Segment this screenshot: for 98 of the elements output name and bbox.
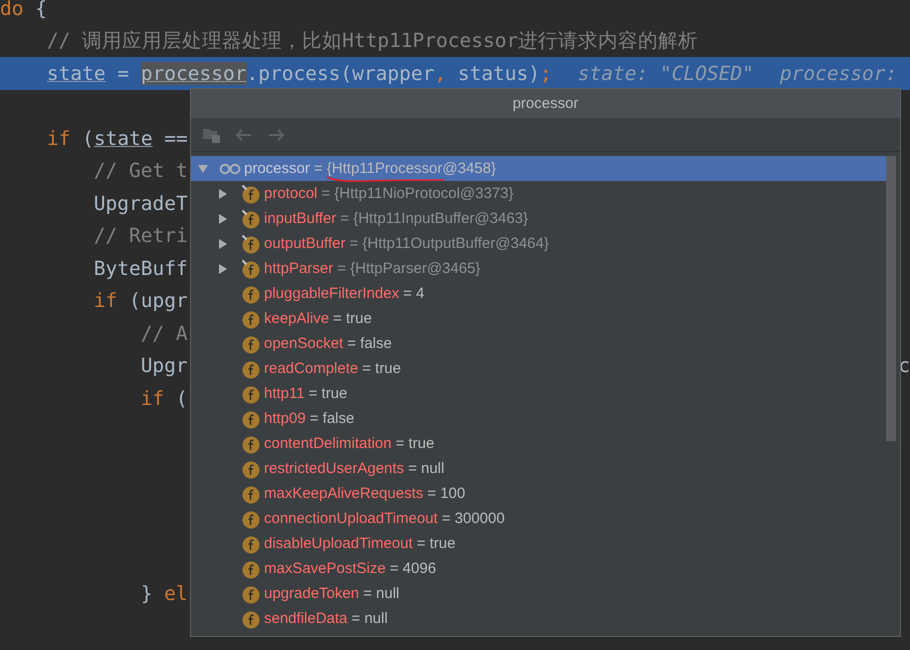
tree-row[interactable]: openSocket = false [191, 331, 888, 356]
code-text: UpgradeT [94, 192, 188, 215]
field-name: connectionUploadTimeout [264, 510, 438, 527]
tree-row[interactable]: restrictedUserAgents = null [191, 456, 888, 481]
collapsed-arrow-icon[interactable] [217, 238, 229, 250]
field-name: protocol [264, 185, 318, 202]
field-name: inputBuffer [264, 210, 336, 227]
field-value: = false [310, 410, 354, 427]
field-value: = null [408, 460, 444, 477]
field-icon [241, 308, 261, 328]
glasses-icon [219, 162, 241, 174]
tree-row[interactable]: upgradeToken = null [191, 581, 888, 606]
field-value: = 4096 [390, 560, 436, 577]
tree-row[interactable]: outputBuffer = {Http11OutputBuffer@3464} [191, 231, 888, 256]
code-text: // A [140, 322, 188, 345]
field-icon [241, 534, 261, 554]
field-name: http09 [264, 410, 306, 427]
tree-row[interactable]: httpParser = {HttpParser@3465} [191, 256, 888, 281]
field-icon [241, 434, 261, 454]
tree-row[interactable]: connectionUploadTimeout = 300000 [191, 506, 888, 531]
tree-row[interactable]: pluggableFilterIndex = 4 [191, 281, 888, 306]
expanded-arrow-icon[interactable] [197, 162, 209, 174]
field-name: outputBuffer [264, 235, 346, 252]
field-name: httpParser [264, 260, 334, 277]
field-value: = {Http11NioProtocol@3373} [321, 185, 514, 202]
code-text: if ( [140, 386, 188, 410]
collapsed-arrow-icon[interactable] [217, 188, 229, 200]
code-text: // Retri [94, 224, 188, 248]
field-value: = 300000 [442, 510, 505, 527]
field-value: = false [347, 335, 392, 352]
field-name: restrictedUserAgents [264, 460, 404, 477]
variable-name: processor [244, 160, 310, 177]
field-name: sendfileData [264, 610, 348, 627]
field-value: = true [362, 360, 401, 377]
field-icon [241, 258, 261, 278]
tree-row[interactable]: http11 = true [191, 381, 888, 406]
code-text: ByteBuff [94, 256, 188, 280]
field-value: = true [333, 310, 372, 327]
field-icon [241, 234, 261, 254]
inline-hint: state: "CLOSED" [578, 62, 754, 85]
field-name: keepAlive [264, 310, 330, 327]
field-icon [241, 608, 261, 628]
field-name: contentDelimitation [264, 435, 392, 452]
field-value: = null [351, 610, 388, 627]
collapsed-arrow-icon[interactable] [217, 212, 229, 224]
field-name: upgradeToken [264, 585, 360, 602]
tree-row[interactable]: protocol = {Http11NioProtocol@3373} [191, 181, 888, 206]
popup-title: processor [512, 95, 578, 112]
field-icon [241, 334, 261, 354]
field-value: = true [416, 535, 456, 552]
scrollbar-thumb[interactable] [886, 156, 896, 441]
field-icon [241, 484, 261, 504]
field-value: = 4 [403, 285, 424, 302]
code-text: do { [0, 0, 47, 20]
field-value: = null [363, 585, 400, 602]
tree-row[interactable]: sendfileData = null [191, 606, 888, 631]
code-text: if (state == [46, 126, 188, 150]
field-value: = true [396, 435, 434, 452]
tree-row[interactable]: keepAlive = true [191, 306, 888, 331]
field-icon [241, 184, 261, 204]
variable-value: = {Http11Processor@3458} [314, 160, 496, 177]
field-value: = true [308, 385, 348, 402]
field-name: disableUploadTimeout [264, 535, 413, 552]
tree-row[interactable]: maxSavePostSize = 4096 [191, 556, 888, 581]
code-text: // Get t [94, 159, 188, 182]
field-value: = {Http11InputBuffer@3463} [340, 210, 528, 227]
field-value: = 100 [427, 485, 466, 502]
field-name: readComplete [264, 360, 358, 377]
field-name: maxSavePostSize [264, 560, 386, 577]
field-icon [241, 284, 261, 304]
tree-row[interactable]: maxKeepAliveRequests = 100 [191, 481, 888, 506]
field-icon [241, 458, 261, 478]
code-text: // 调用应用层处理器处理，比如Http11Processor进行请求内容的解析 [46, 28, 698, 54]
field-icon [241, 408, 261, 428]
field-icon [241, 558, 261, 578]
field-value: = {HttpParser@3465} [337, 260, 480, 277]
collapsed-arrow-icon[interactable] [217, 262, 229, 274]
field-icon [241, 584, 261, 604]
field-name: pluggableFilterIndex [264, 285, 400, 302]
field-icon [241, 384, 261, 404]
code-text: Upgr [140, 354, 188, 378]
code-text: state = processor.process(wrapper, status); [46, 62, 552, 85]
code-text: } el [140, 582, 188, 605]
field-value: = {Http11OutputBuffer@3464} [349, 235, 549, 252]
inline-hint: processor: [780, 62, 898, 85]
code-text: if (upgr [94, 289, 188, 312]
tree-row[interactable]: inputBuffer = {Http11InputBuffer@3463} [191, 206, 888, 231]
tree-row[interactable]: contentDelimitation = true [191, 431, 888, 456]
field-icon [241, 358, 261, 378]
field-name: http11 [264, 385, 305, 402]
tree-row[interactable]: readComplete = true [191, 356, 888, 381]
field-name: openSocket [264, 335, 344, 352]
field-icon [241, 208, 261, 228]
tree-row[interactable]: processor = {Http11Processor@3458} [191, 156, 888, 181]
field-icon [241, 508, 261, 528]
tree-row[interactable]: disableUploadTimeout = true [191, 531, 888, 556]
field-name: maxKeepAliveRequests [264, 485, 424, 502]
tree-row[interactable]: http09 = false [191, 406, 888, 431]
